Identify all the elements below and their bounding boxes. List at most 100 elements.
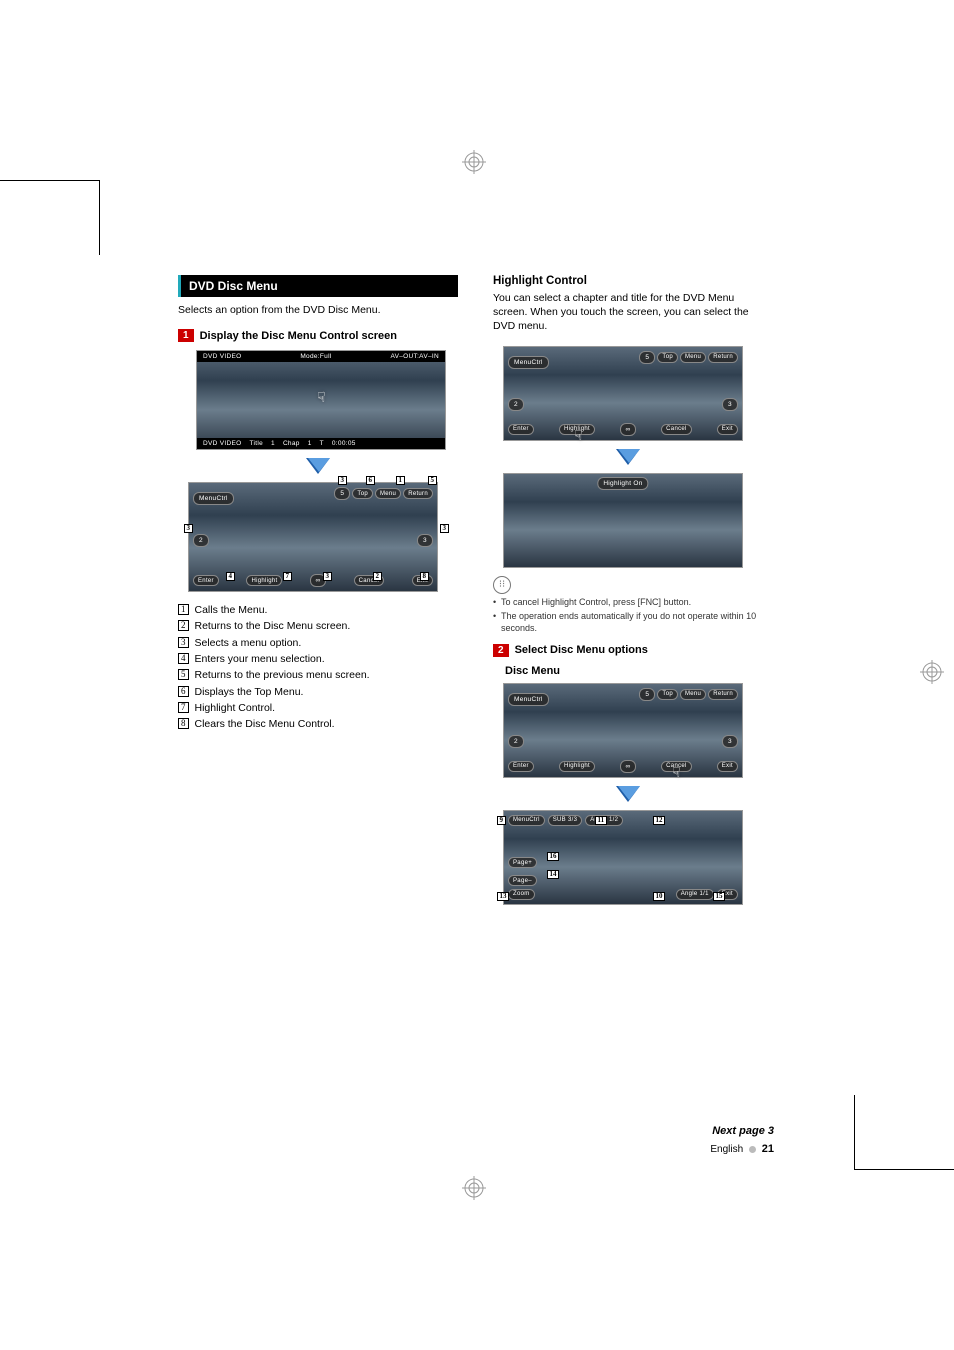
- step-1-number: 1: [178, 329, 194, 342]
- hc1-return[interactable]: Return: [708, 352, 738, 363]
- legend-num-4: 4: [178, 653, 189, 664]
- legend-text-3: Selects a menu option.: [195, 635, 302, 651]
- legend-num-5: 5: [178, 669, 189, 680]
- legend-text-5: Returns to the previous menu screen.: [195, 667, 370, 683]
- legend-text-6: Displays the Top Menu.: [195, 684, 304, 700]
- opt-angle[interactable]: Angle 1/1: [676, 889, 714, 900]
- up-button[interactable]: 5: [334, 487, 350, 500]
- bind-mark-left: [0, 180, 100, 255]
- hc1-exit[interactable]: Exit: [717, 424, 738, 435]
- legend-text-8: Clears the Disc Menu Control.: [195, 716, 335, 732]
- pb-title-val: 1: [271, 440, 275, 447]
- opt-zoom[interactable]: Zoom: [508, 889, 535, 900]
- playback-screen: DVD VIDEO Mode:Full AV–OUT:AV–IN DVD VID…: [196, 350, 446, 450]
- callout-legend: 1Calls the Menu. 2Returns to the Disc Me…: [178, 602, 458, 732]
- next-page-arrow-icon: 3: [768, 1125, 774, 1137]
- hc1-up[interactable]: 5: [639, 351, 655, 364]
- hc1-left[interactable]: 2: [508, 398, 524, 411]
- legend-text-4: Enters your menu selection.: [195, 651, 325, 667]
- pb-title-label: Title: [249, 440, 263, 447]
- callout-5: 5: [428, 476, 437, 485]
- highlight-on-screen: Highlight On: [503, 473, 743, 568]
- callout-7: 7: [283, 572, 292, 581]
- dm-down[interactable]: ∞: [620, 760, 636, 773]
- legend-num-3: 3: [178, 637, 189, 648]
- section-intro: Selects an option from the DVD Disc Menu…: [178, 303, 458, 317]
- note-1: To cancel Highlight Control, press [FNC]…: [493, 596, 763, 608]
- pb-source: DVD VIDEO: [203, 353, 241, 360]
- opt-menuctrl[interactable]: MenuCtrl: [508, 815, 545, 826]
- pb-time: 0:00:05: [332, 440, 356, 447]
- callout-12: 12: [653, 816, 665, 825]
- menu-button[interactable]: Menu: [375, 488, 401, 499]
- touch-hand-icon: ☟: [317, 389, 326, 406]
- pb-avout: AV–OUT:AV–IN: [390, 353, 439, 360]
- dm-return[interactable]: Return: [708, 689, 738, 700]
- dm-exit[interactable]: Exit: [717, 761, 738, 772]
- opt-page-minus[interactable]: Page–: [508, 875, 537, 886]
- callout-3c: 3: [440, 524, 449, 533]
- dm-enter[interactable]: Enter: [508, 761, 534, 772]
- enter-button[interactable]: Enter: [193, 575, 219, 586]
- legend-num-6: 6: [178, 686, 189, 697]
- dm-highlight[interactable]: Highlight: [559, 761, 595, 772]
- return-button[interactable]: Return: [403, 488, 433, 499]
- callout-10: 10: [653, 892, 665, 901]
- dm-left[interactable]: 2: [508, 735, 524, 748]
- hc1-menuctrl[interactable]: MenuCtrl: [508, 356, 549, 369]
- highlight-on-banner: Highlight On: [597, 477, 648, 490]
- legend-text-7: Highlight Control.: [195, 700, 276, 716]
- opt-sub[interactable]: SUB 3/3: [548, 815, 582, 826]
- highlight-button[interactable]: Highlight: [246, 575, 282, 586]
- hc1-enter[interactable]: Enter: [508, 424, 534, 435]
- menuctrl-button[interactable]: MenuCtrl: [193, 492, 234, 505]
- note-list: To cancel Highlight Control, press [FNC]…: [493, 596, 763, 634]
- callout-16: 16: [547, 852, 559, 861]
- pb-mode: Mode:Full: [300, 353, 331, 360]
- step-1: 1 Display the Disc Menu Control screen: [178, 329, 458, 342]
- highlight-control-body: You can select a chapter and title for t…: [493, 291, 763, 334]
- callout-2: 2: [373, 572, 382, 581]
- callout-15: 15: [713, 892, 725, 901]
- right-button[interactable]: 3: [417, 534, 433, 547]
- legend-num-2: 2: [178, 620, 189, 631]
- arrow-down-icon: [178, 458, 458, 474]
- step-2-text: Select Disc Menu options: [515, 644, 648, 656]
- section-header: DVD Disc Menu: [178, 275, 458, 297]
- callout-9: 9: [497, 816, 506, 825]
- footer-dot-icon: [749, 1146, 756, 1153]
- dm-menuctrl[interactable]: MenuCtrl: [508, 693, 549, 706]
- top-button[interactable]: Top: [352, 488, 373, 499]
- bind-mark-right: [854, 1095, 954, 1170]
- dm-right[interactable]: 3: [722, 735, 738, 748]
- touch-hand-icon: ☟: [672, 764, 681, 781]
- footer-page-number: 21: [762, 1143, 774, 1155]
- hc1-top[interactable]: Top: [657, 352, 678, 363]
- hc1-down[interactable]: ∞: [620, 423, 636, 436]
- callout-14: 14: [547, 870, 559, 879]
- footer-lang: English: [710, 1144, 743, 1155]
- dm-top[interactable]: Top: [657, 689, 678, 700]
- arrow-down-icon: [493, 786, 763, 802]
- left-button[interactable]: 2: [193, 534, 209, 547]
- pb-bot-source: DVD VIDEO: [203, 440, 241, 447]
- hc1-menu[interactable]: Menu: [680, 352, 706, 363]
- pb-t-label: T: [320, 440, 324, 447]
- dm-up[interactable]: 5: [639, 688, 655, 701]
- opt-page-plus[interactable]: Page+: [508, 857, 537, 868]
- callout-4: 4: [226, 572, 235, 581]
- pb-chap-label: Chap: [283, 440, 300, 447]
- page-footer: Next page 3 English 21: [710, 1125, 774, 1155]
- disc-menu-options-screen: MenuCtrl SUB 3/3 Audio 1/2 Page+ Page– Z…: [503, 810, 743, 905]
- disc-menu-screen: MenuCtrl 5 Top Menu Return 2 3 Enter Hig…: [503, 683, 743, 778]
- hc1-right[interactable]: 3: [722, 398, 738, 411]
- legend-num-8: 8: [178, 718, 189, 729]
- arrow-down-icon: [493, 449, 763, 465]
- touch-hand-icon: ☟: [574, 427, 583, 444]
- step-2: 2 Select Disc Menu options: [493, 644, 763, 657]
- callout-3b: 3: [184, 524, 193, 533]
- step-2-number: 2: [493, 644, 509, 657]
- highlight-control-heading: Highlight Control: [493, 275, 763, 287]
- hc1-cancel[interactable]: Cancel: [661, 424, 691, 435]
- dm-menu[interactable]: Menu: [680, 689, 706, 700]
